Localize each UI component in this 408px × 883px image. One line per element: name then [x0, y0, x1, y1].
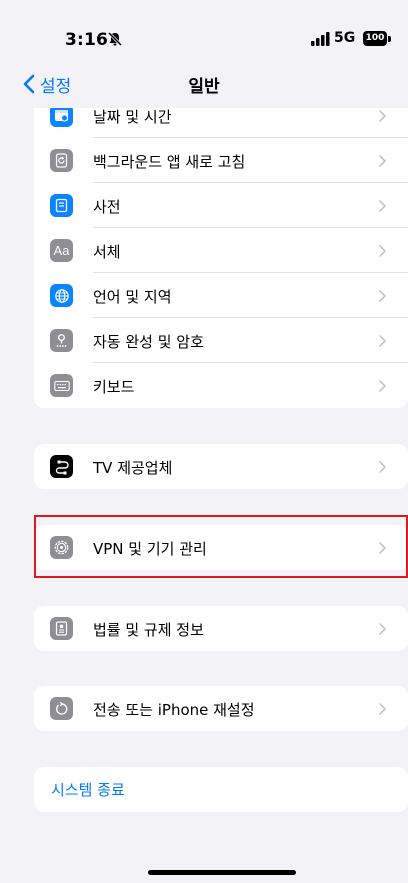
row-label: 전송 또는 iPhone 재설정 [93, 701, 255, 719]
reset-icon [50, 697, 73, 720]
row-label: 자동 완성 및 암호 [93, 333, 204, 351]
row-label: 서체 [93, 243, 121, 261]
chevron-right-icon [379, 155, 386, 167]
tv-provider-icon [50, 455, 73, 478]
row-language-region[interactable]: 언어 및 지역 [34, 273, 408, 318]
settings-group-4: 법률 및 규제 정보 [34, 606, 408, 651]
row-date-time[interactable]: 날짜 및 시간 [34, 108, 408, 138]
chevron-right-icon [379, 200, 386, 212]
globe-icon [50, 284, 73, 307]
shutdown-button[interactable]: 시스템 종료 [34, 767, 408, 812]
chevron-right-icon [379, 290, 386, 302]
row-legal-regulatory[interactable]: 법률 및 규제 정보 [34, 606, 408, 651]
row-label: 언어 및 지역 [93, 288, 172, 306]
chevron-right-icon [379, 380, 386, 392]
dictionary-icon [50, 194, 73, 217]
key-icon [50, 329, 73, 352]
row-fonts[interactable]: Aa 서체 [34, 228, 408, 273]
row-label: 법률 및 규제 정보 [93, 621, 204, 639]
refresh-icon [50, 149, 73, 172]
row-label: VPN 및 기기 관리 [93, 540, 207, 558]
home-indicator[interactable] [148, 870, 296, 875]
row-autofill-passwords[interactable]: 자동 완성 및 암호 [34, 318, 408, 363]
row-label: TV 제공업체 [93, 459, 173, 477]
row-label: 백그라운드 앱 새로 고침 [93, 153, 246, 171]
nav-bar: 설정 일반 [0, 70, 408, 108]
chevron-right-icon [379, 623, 386, 635]
battery-level: 100 [363, 31, 387, 46]
shutdown-label: 시스템 종료 [51, 781, 125, 799]
row-background-refresh[interactable]: 백그라운드 앱 새로 고침 [34, 138, 408, 183]
calendar-clock-icon [50, 108, 73, 127]
chevron-right-icon [379, 703, 386, 715]
row-transfer-reset[interactable]: 전송 또는 iPhone 재설정 [34, 686, 408, 731]
chevron-right-icon [379, 335, 386, 347]
battery-icon: 100 [363, 30, 393, 48]
chevron-right-icon [379, 542, 386, 554]
gear-icon [50, 536, 73, 559]
row-vpn-device-management[interactable]: VPN 및 기기 관리 [34, 525, 408, 570]
signal-icon [311, 32, 330, 46]
document-icon [50, 617, 73, 640]
row-label: 키보드 [93, 378, 135, 396]
chevron-right-icon [379, 110, 386, 122]
settings-group-6: 시스템 종료 [34, 767, 408, 812]
settings-group-5: 전송 또는 iPhone 재설정 [34, 686, 408, 731]
row-tv-provider[interactable]: TV 제공업체 [34, 444, 408, 489]
page-title: 일반 [188, 77, 220, 97]
status-time: 3:16 [65, 30, 109, 50]
font-icon-text: Aa [53, 243, 70, 258]
bell-slash-icon [107, 31, 123, 47]
network-type: 5G [334, 30, 356, 46]
row-label: 사전 [93, 198, 121, 216]
font-icon: Aa [50, 239, 73, 262]
row-dictionary[interactable]: 사전 [34, 183, 408, 228]
row-keyboard[interactable]: 키보드 [34, 363, 408, 408]
row-label: 날짜 및 시간 [93, 108, 172, 126]
chevron-right-icon [379, 461, 386, 473]
settings-group-3: VPN 및 기기 관리 [34, 525, 408, 570]
chevron-right-icon [379, 245, 386, 257]
settings-group-1: 날짜 및 시간 백그라운드 앱 새로 고침 사전 Aa 서체 언어 및 지역 자… [34, 108, 408, 408]
settings-group-2: TV 제공업체 [34, 444, 408, 489]
status-bar: 3:16 5G 100 [0, 0, 408, 70]
keyboard-icon [50, 374, 73, 397]
